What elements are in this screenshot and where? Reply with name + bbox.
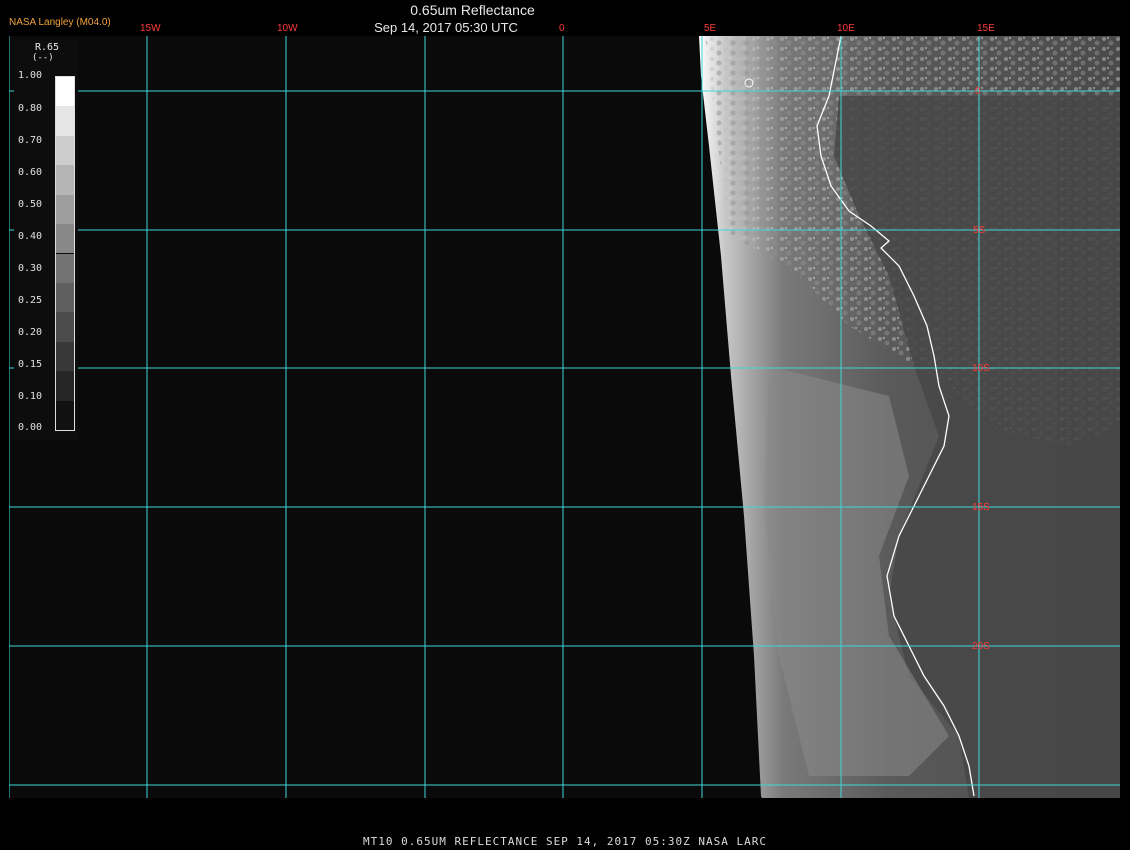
lon-label-15e: 15E [977, 23, 995, 34]
legend-tick: 0.40 [18, 231, 43, 242]
legend-swatch [56, 341, 74, 372]
legend-tick: 0.25 [18, 295, 43, 306]
lat-label-20s: 20S [972, 641, 990, 652]
lon-label-5e: 5E [704, 23, 717, 34]
lat-label-0: 0 [975, 86, 981, 97]
legend-tick: 0.50 [18, 199, 43, 210]
legend-swatch [56, 371, 74, 401]
legend-tick: 0.15 [18, 359, 43, 370]
legend-tick: 0.80 [18, 103, 43, 114]
map-canvas: 0 5S 10S 15S 20S [9, 36, 1120, 798]
satellite-image-map[interactable]: 0 5S 10S 15S 20S [9, 36, 1120, 798]
lon-label-0: 0 [559, 23, 565, 34]
legend-colorbar [55, 76, 75, 431]
lon-label-10w: 10W [277, 23, 298, 34]
lat-label-5s: 5S [973, 225, 986, 236]
product-title: 0.65um Reflectance [410, 2, 535, 18]
legend-tick: 0.10 [18, 391, 43, 402]
timestamp: Sep 14, 2017 05:30 UTC [374, 20, 518, 35]
lon-label-15w: 15W [140, 23, 161, 34]
legend-swatch [56, 135, 74, 166]
legend-swatch [56, 106, 74, 136]
color-legend: R.65 (--) 1.00 0.80 0.70 0.60 0.50 0.40 … [14, 40, 78, 440]
legend-swatch [56, 77, 74, 107]
legend-swatch [56, 224, 74, 254]
legend-tick: 0.60 [18, 167, 43, 178]
legend-tick: 0.20 [18, 327, 43, 338]
legend-title: R.65 [35, 42, 60, 53]
legend-swatch [56, 194, 74, 225]
legend-swatch [56, 282, 74, 313]
legend-swatch [56, 400, 74, 430]
legend-swatch [56, 165, 74, 195]
lon-label-10e: 10E [837, 23, 855, 34]
lat-label-15s: 15S [972, 502, 990, 513]
legend-units: (--) [32, 53, 54, 63]
legend-tick: 0.00 [18, 422, 43, 433]
legend-swatch [56, 312, 74, 342]
lat-label-10s: 10S [972, 363, 990, 374]
legend-tick: 0.70 [18, 135, 43, 146]
legend-swatch [56, 253, 74, 283]
legend-tick: 1.00 [18, 70, 43, 81]
footer-caption: MT10 0.65UM REFLECTANCE SEP 14, 2017 05:… [363, 835, 767, 848]
legend-tick: 0.30 [18, 263, 43, 274]
